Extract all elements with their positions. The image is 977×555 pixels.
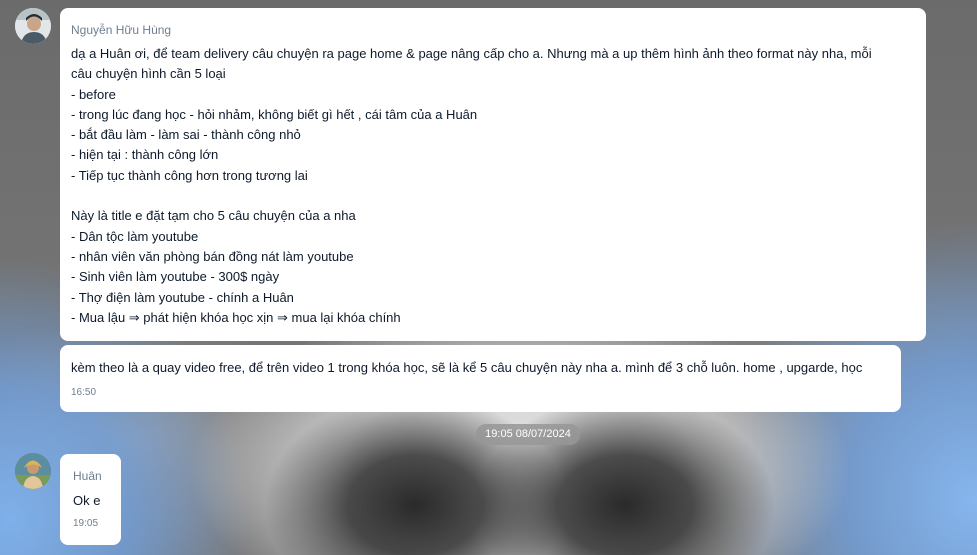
message-bubble[interactable]: Huân Ok e 19:05 <box>60 454 121 545</box>
user-avatar-icon <box>15 8 51 44</box>
message-line <box>71 186 914 206</box>
avatar[interactable] <box>15 453 51 489</box>
message-line: câu chuyện hình cần 5 loại <box>71 66 226 82</box>
avatar[interactable] <box>15 8 51 44</box>
message-line: - Tiếp tục thành công hơn trong tương la… <box>71 167 308 183</box>
sender-name[interactable]: Nguyễn Hữu Hùng <box>71 23 914 37</box>
message-line: - Mua lậu ⇒ phát hiện khóa học xịn ⇒ mua… <box>71 309 401 325</box>
message-line: - hiện tại : thành công lớn <box>71 147 219 163</box>
message-line: - Dân tộc làm youtube <box>71 228 199 244</box>
message-line: - nhân viên văn phòng bán đồng nát làm y… <box>71 248 354 264</box>
message-line: - before <box>71 86 116 102</box>
message-line: dạ a Huân ơi, để team delivery câu chuyệ… <box>71 46 872 61</box>
message-line: Này là title e đặt tạm cho 5 câu chuyện … <box>71 208 356 224</box>
sender-name[interactable]: Huân <box>73 469 111 483</box>
message-line: - Thợ điện làm youtube - chính a Huân <box>71 289 294 305</box>
message-line: - trong lúc đang học - hỏi nhảm, không b… <box>71 106 478 122</box>
message-text: kèm theo là a quay video free, để trên v… <box>71 360 863 375</box>
user-avatar-icon <box>15 453 51 489</box>
message-bubble[interactable]: kèm theo là a quay video free, để trên v… <box>60 345 901 412</box>
message-time: 19:05 <box>73 518 99 530</box>
message-line: - bắt đầu làm - làm sai - thành công nhỏ <box>71 127 301 143</box>
message-time: 16:50 <box>71 387 97 399</box>
date-separator: 19:05 08/07/2024 <box>476 424 580 445</box>
message-bubble[interactable]: Nguyễn Hữu Hùng dạ a Huân ơi, để team de… <box>60 8 926 341</box>
message-line: - Sinh viên làm youtube - 300$ ngày <box>71 269 280 285</box>
message-text: Ok e <box>73 493 101 508</box>
